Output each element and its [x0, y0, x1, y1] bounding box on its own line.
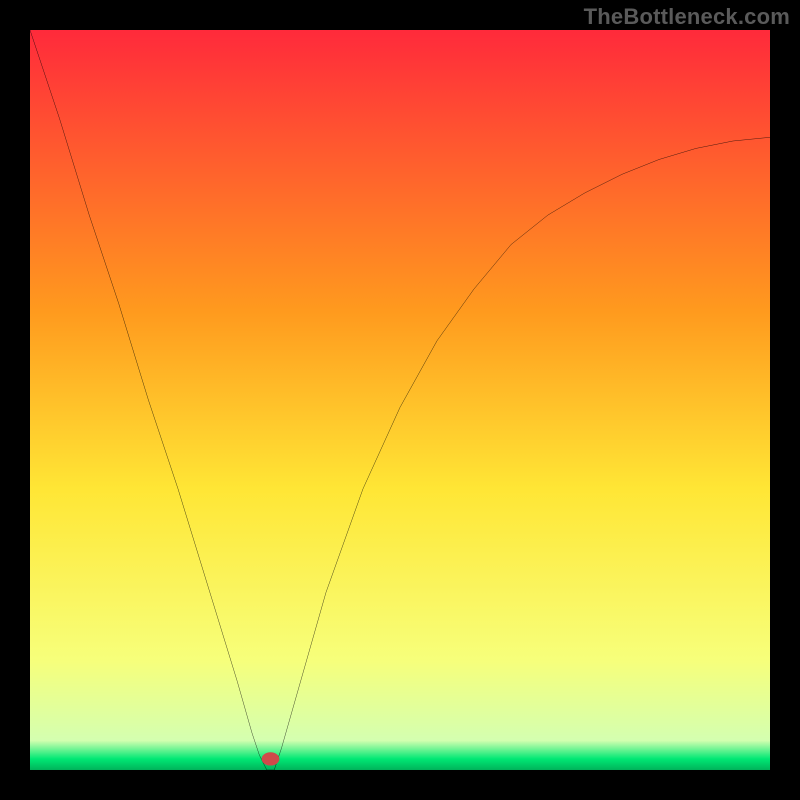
watermark-text: TheBottleneck.com	[584, 4, 790, 30]
plot-area	[30, 30, 770, 770]
chart-svg	[30, 30, 770, 770]
chart-frame: TheBottleneck.com	[0, 0, 800, 800]
gradient-background	[30, 30, 770, 770]
marker-dot	[262, 752, 280, 765]
